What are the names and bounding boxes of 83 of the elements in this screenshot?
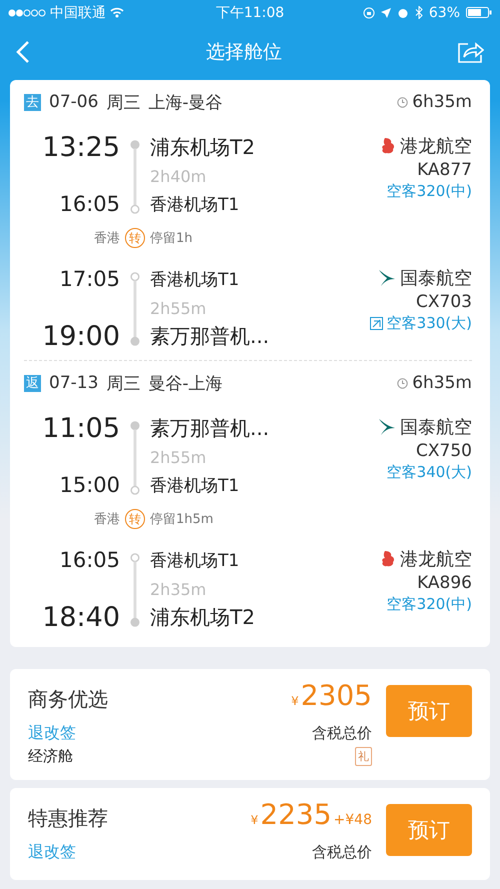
arrival-time: 16:05: [59, 192, 120, 216]
arrival-time: 18:40: [42, 602, 120, 632]
layover-duration: 停留1h5m: [150, 511, 214, 528]
fare-price: 2235: [260, 798, 332, 831]
airline-name: 港龙航空: [400, 548, 472, 571]
layover-duration: 停留1h: [150, 230, 194, 247]
arrival-time: 15:00: [59, 473, 120, 497]
cabin-class: 经济舱: [28, 747, 74, 766]
departure-time: 13:25: [42, 132, 120, 162]
flight-duration: 2h35m: [150, 580, 208, 598]
book-button[interactable]: 预订: [386, 685, 472, 737]
departure-airport: 香港机场T1: [150, 550, 240, 572]
location-icon: [380, 8, 391, 18]
dragon-logo-icon: [380, 137, 396, 155]
flight-number: KA877: [417, 160, 472, 180]
timeline-icon: [130, 272, 140, 346]
timeline-icon: [130, 553, 140, 627]
aircraft-type[interactable]: 空客340(大): [386, 463, 472, 482]
currency-symbol: ¥: [250, 813, 258, 827]
timeline-icon: [130, 421, 140, 495]
trip-weekday: 周三: [106, 372, 140, 394]
aircraft-type[interactable]: 空客330(大): [386, 314, 472, 333]
dragon-logo-icon: [380, 550, 396, 568]
flight-duration: 2h55m: [150, 298, 208, 318]
gift-badge: 礼: [355, 747, 372, 766]
currency-symbol: ¥: [291, 694, 299, 708]
trip-date: 07-13: [49, 373, 98, 393]
fare-name: 特惠推荐: [28, 804, 109, 832]
departure-time: 16:05: [59, 548, 120, 572]
extra-fee: +¥48: [334, 812, 372, 828]
aircraft-type[interactable]: 空客320(中): [386, 182, 472, 201]
trip-route: 曼谷-上海: [148, 372, 223, 394]
swoosh-logo-icon: [378, 269, 396, 287]
transfer-badge: 转: [125, 509, 145, 529]
page-title: 选择舱位: [206, 40, 282, 64]
departure-time: 11:05: [42, 412, 120, 444]
aircraft-type[interactable]: 空客320(中): [386, 595, 472, 614]
swoosh-logo-icon: [378, 418, 396, 436]
flight-number: CX750: [416, 441, 472, 461]
signal-icon: [8, 8, 46, 16]
wifi-icon: [110, 7, 124, 18]
refund-rules-link[interactable]: 退改签: [28, 722, 76, 744]
arrival-airport: 香港机场T1: [150, 474, 240, 496]
clock-time: 下午11:08: [216, 4, 284, 22]
departure-time: 17:05: [59, 267, 120, 291]
airline-name: 国泰航空: [400, 416, 472, 439]
bluetooth-icon: [414, 6, 423, 19]
flight-number: KA896: [417, 573, 472, 593]
trip-weekday: 周三: [106, 92, 140, 114]
arrival-airport: 素万那普机...: [150, 322, 270, 350]
battery-icon: [466, 7, 492, 18]
transfer-city: 香港: [94, 511, 120, 528]
clock-icon: [397, 378, 408, 388]
arrival-time: 19:00: [42, 320, 120, 352]
price-note: 含税总价: [312, 723, 372, 744]
flight-number: CX703: [416, 292, 472, 312]
timeline-icon: [130, 140, 140, 214]
battery-percent: 63%: [428, 4, 460, 20]
arrival-airport: 浦东机场T2: [150, 604, 256, 630]
transfer-city: 香港: [94, 230, 120, 247]
book-button[interactable]: 预订: [386, 804, 472, 856]
departure-airport: 浦东机场T2: [150, 134, 256, 160]
price-note: 含税总价: [312, 842, 372, 863]
airline-name: 港龙航空: [400, 135, 472, 158]
arrival-airport: 香港机场T1: [150, 194, 240, 216]
total-duration: 6h35m: [412, 92, 472, 112]
flight-duration: 2h40m: [150, 166, 208, 186]
flight-duration: 2h55m: [150, 448, 208, 466]
departure-airport: 香港机场T1: [150, 268, 240, 290]
departure-airport: 素万那普机...: [150, 414, 270, 442]
airline-name: 国泰航空: [400, 267, 472, 290]
clock-icon: [397, 96, 408, 108]
carrier-name: 中国联通: [50, 4, 106, 22]
transfer-badge: 转: [125, 228, 145, 248]
total-duration: 6h35m: [412, 373, 472, 393]
trip-route: 上海-曼谷: [148, 92, 223, 114]
direction-tag: 返: [24, 374, 41, 392]
trip-date: 07-06: [49, 92, 98, 112]
refund-rules-link[interactable]: 退改签: [28, 842, 76, 862]
fare-name: 商务优选: [28, 686, 109, 712]
fare-price: 2305: [300, 679, 372, 712]
direction-tag: 去: [24, 94, 41, 110]
rotation-lock-icon: [362, 6, 375, 18]
